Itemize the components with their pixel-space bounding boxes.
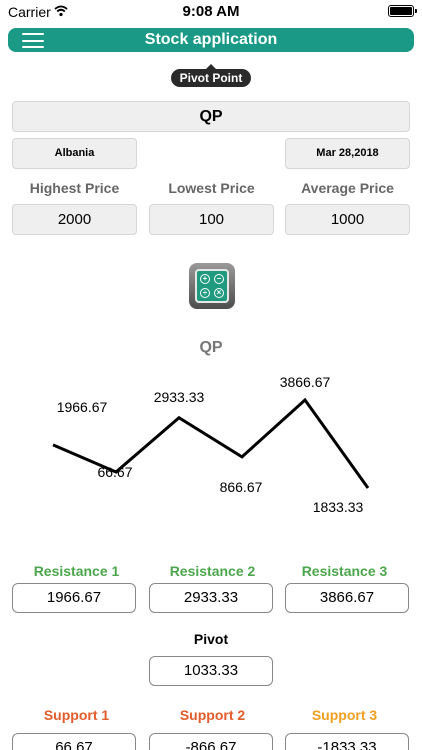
chart-data-label: 1966.67 <box>57 399 108 415</box>
chart-data-label: 66.67 <box>97 464 132 480</box>
resistance-2-value: 2933.33 <box>149 583 273 613</box>
support-1-value: 66.67 <box>12 733 136 750</box>
highest-price-label: Highest Price <box>29 180 120 196</box>
clock: 9:08 AM <box>182 3 240 20</box>
resistance-1-label: Resistance 1 <box>33 563 120 579</box>
support-2-label: Support 2 <box>179 707 246 723</box>
average-price-label: Average Price <box>301 180 394 196</box>
resistance-3-label: Resistance 3 <box>301 563 388 579</box>
chart-data-label: 2933.33 <box>154 389 205 405</box>
chart-title: QP <box>199 339 223 356</box>
mode-badge: Pivot Point <box>171 64 251 87</box>
pivot-label: Pivot <box>193 631 229 647</box>
calculator-icon[interactable]: + − ÷ × <box>189 263 235 309</box>
country-selector[interactable]: Albania <box>12 138 137 169</box>
support-3-label: Support 3 <box>311 707 378 723</box>
pivot-value: 1033.33 <box>149 656 273 686</box>
support-1-label: Support 1 <box>43 707 110 723</box>
chart-data-label: 1833.33 <box>313 499 364 515</box>
chart-data-label: 3866.67 <box>280 374 331 390</box>
battery-icon <box>388 5 417 17</box>
highest-price-input[interactable]: 2000 <box>12 204 137 235</box>
support-2-value: -866.67 <box>149 733 273 750</box>
symbol-field[interactable]: QP <box>12 101 410 132</box>
app-header: Stock application <box>8 28 414 52</box>
resistance-3-value: 3866.67 <box>285 583 409 613</box>
lowest-price-input[interactable]: 100 <box>149 204 274 235</box>
resistance-1-value: 1966.67 <box>12 583 136 613</box>
app-title: Stock application <box>144 31 278 48</box>
support-3-value: -1833.33 <box>285 733 409 750</box>
lowest-price-label: Lowest Price <box>168 180 255 196</box>
status-bar: Carrier 9:08 AM <box>0 0 422 24</box>
date-selector[interactable]: Mar 28,2018 <box>285 138 410 169</box>
average-price-input[interactable]: 1000 <box>285 204 410 235</box>
resistance-2-label: Resistance 2 <box>169 563 256 579</box>
chart-data-label: 866.67 <box>220 479 263 495</box>
pivot-chart: 1966.67 66.67 2933.33 866.67 3866.67 1833.33 <box>52 374 370 515</box>
